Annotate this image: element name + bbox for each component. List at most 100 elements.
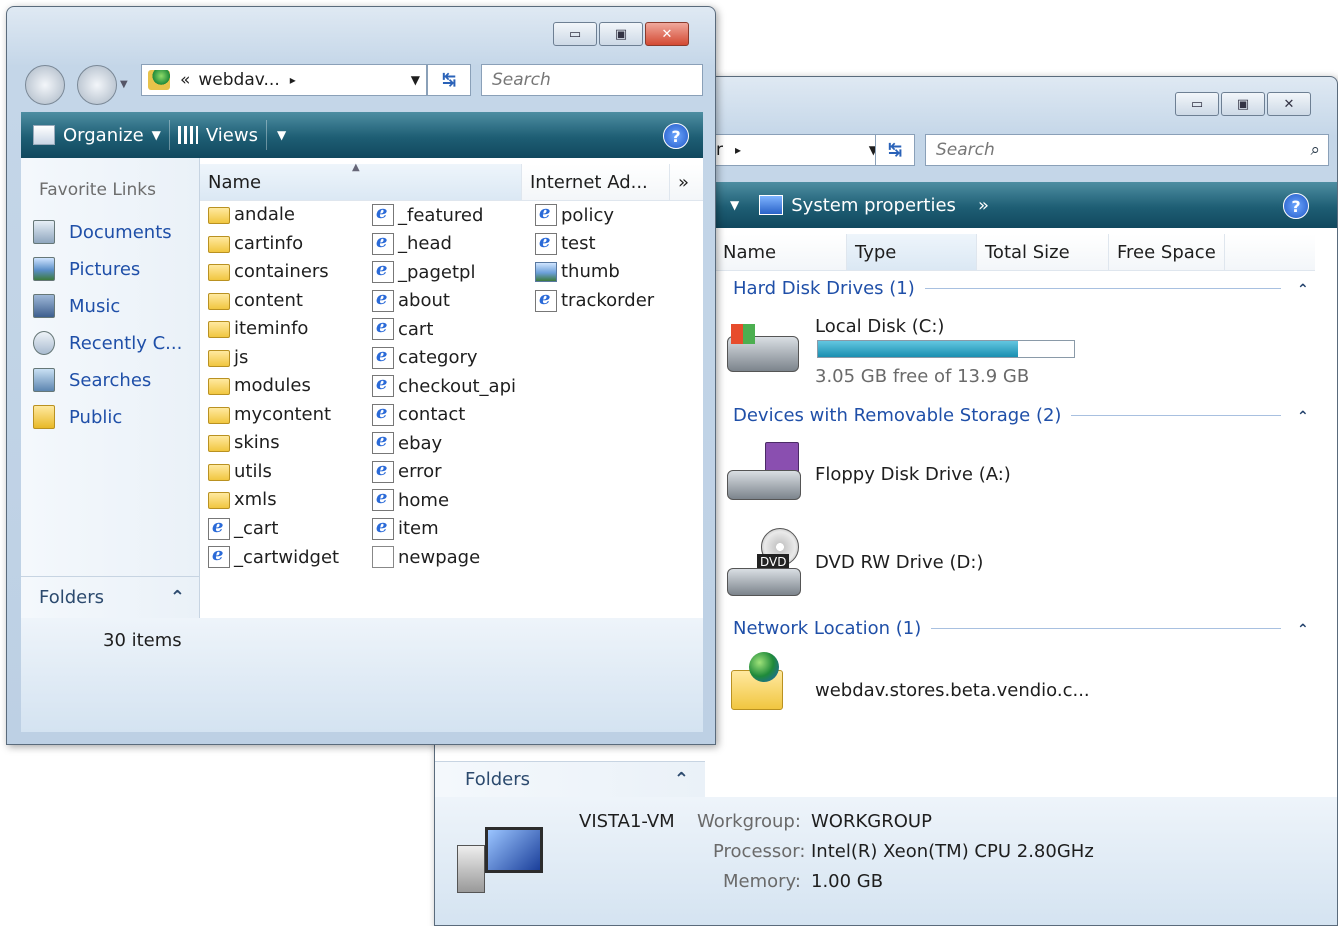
drive-body-icon — [727, 470, 801, 500]
folder-icon — [208, 492, 230, 509]
front-folders-bar[interactable]: Folders ⌃ — [21, 576, 199, 618]
file-item[interactable]: about — [372, 288, 450, 312]
html-file-icon — [372, 430, 394, 454]
folders-collapse-icon[interactable]: ⌃ — [170, 587, 185, 608]
search-icon[interactable]: ⌕ — [1310, 140, 1320, 160]
minimize-button[interactable]: ▭ — [1175, 92, 1219, 116]
file-item[interactable]: xmls — [208, 489, 277, 510]
file-item[interactable]: error — [372, 459, 442, 483]
file-item[interactable]: _cartwidget — [208, 544, 340, 568]
file-item[interactable]: utils — [208, 461, 272, 482]
file-item[interactable]: newpage — [372, 546, 480, 568]
col-name[interactable]: Name — [715, 234, 847, 270]
file-item[interactable]: item — [372, 516, 439, 540]
views-button[interactable]: Views — [170, 117, 266, 153]
system-properties-button[interactable]: System properties — [751, 187, 964, 223]
file-item[interactable]: cartinfo — [208, 233, 303, 254]
nav-item-pictures[interactable]: Pictures — [33, 257, 140, 281]
file-item[interactable]: js — [208, 347, 248, 368]
nav-item-documents[interactable]: Documents — [33, 220, 172, 244]
organize-dropdown-icon: ▼ — [151, 128, 161, 142]
address-dropdown-icon[interactable]: ▼ — [411, 73, 420, 87]
collapse-network-icon[interactable]: ⌃ — [1297, 622, 1309, 638]
file-item[interactable]: cart — [372, 316, 433, 340]
organize-button[interactable]: Organize ▼ — [25, 117, 169, 153]
views-dropdown-icon[interactable]: ▼ — [277, 128, 286, 142]
address-path[interactable]: webdav... — [198, 70, 279, 90]
file-item[interactable]: policy — [535, 202, 614, 226]
html-file-icon — [535, 202, 557, 226]
col-total-size[interactable]: Total Size — [977, 234, 1109, 270]
file-item[interactable]: containers — [208, 261, 329, 282]
html-file-icon — [372, 259, 394, 283]
file-item[interactable]: modules — [208, 375, 311, 396]
file-name: mycontent — [234, 403, 332, 425]
group-removable[interactable]: Devices with Removable Storage (2) — [733, 405, 1281, 426]
back-toolbar-dropdown-icon[interactable]: ▼ — [730, 198, 739, 212]
group-network[interactable]: Network Location (1) — [733, 618, 1281, 639]
file-item[interactable]: skins — [208, 432, 280, 453]
file-item[interactable]: contact — [372, 402, 465, 426]
back-folders-bar[interactable]: Folders ⌃ — [435, 761, 705, 797]
file-item[interactable]: category — [372, 345, 478, 369]
col-internet-address[interactable]: Internet Ad... — [522, 164, 670, 200]
dvd-drive-item[interactable]: DVD DVD RW Drive (D:) — [725, 528, 1125, 600]
col-free-space[interactable]: Free Space — [1109, 234, 1225, 270]
file-item[interactable]: home — [372, 487, 449, 511]
back-nav-button[interactable] — [25, 65, 65, 105]
address-arrow-icon[interactable]: ▸ — [290, 73, 296, 87]
col-name[interactable]: Name ▲ — [200, 162, 522, 200]
nav-item-music[interactable]: Music — [33, 294, 120, 318]
folders-collapse-icon[interactable]: ⌃ — [674, 769, 689, 790]
forward-nav-button[interactable] — [77, 65, 117, 105]
file-item[interactable]: _pagetpl — [372, 259, 475, 283]
back-help-icon[interactable]: ? — [1283, 193, 1309, 219]
nav-item-recently-changed[interactable]: Recently C... — [33, 331, 182, 355]
front-refresh-button[interactable]: ↹ — [427, 64, 471, 96]
file-item[interactable]: trackorder — [535, 288, 654, 312]
file-item[interactable]: mycontent — [208, 404, 331, 425]
file-name: containers — [234, 261, 329, 282]
col-type[interactable]: Type — [847, 234, 977, 270]
file-item[interactable]: _head — [372, 231, 452, 255]
file-item[interactable]: andale — [208, 204, 295, 225]
file-item[interactable]: _featured — [372, 202, 483, 226]
collapse-hard-disk-icon[interactable]: ⌃ — [1297, 282, 1309, 298]
close-button[interactable]: ✕ — [645, 22, 689, 46]
recently-changed-icon — [33, 331, 55, 355]
file-item[interactable]: thumb — [535, 261, 620, 282]
maximize-button[interactable]: ▣ — [599, 22, 643, 46]
maximize-button[interactable]: ▣ — [1221, 92, 1265, 116]
back-address-bar[interactable]: r ▸ ▼ — [705, 134, 885, 166]
music-icon — [33, 294, 55, 318]
search-placeholder: Search — [936, 140, 995, 160]
nav-item-searches[interactable]: Searches — [33, 368, 151, 392]
network-location-item[interactable]: webdav.stores.beta.vendio.c... — [725, 652, 1145, 732]
file-item[interactable]: checkout_api — [372, 373, 516, 397]
front-address-bar[interactable]: « webdav... ▸ ▼ — [141, 64, 427, 96]
collapse-removable-icon[interactable]: ⌃ — [1297, 409, 1309, 425]
file-item[interactable]: ebay — [372, 430, 442, 454]
file-item[interactable]: _cart — [208, 516, 278, 540]
front-toolbar: Organize ▼ Views ▼ — [21, 112, 703, 158]
file-item[interactable]: test — [535, 231, 596, 255]
minimize-button[interactable]: ▭ — [553, 22, 597, 46]
local-disk-item[interactable]: Local Disk (C:) 3.05 GB free of 13.9 GB — [725, 316, 1125, 390]
folder-icon — [208, 378, 230, 395]
front-search-input[interactable]: Search — [481, 64, 703, 96]
more-columns-button[interactable]: » — [670, 164, 703, 200]
back-refresh-button[interactable]: ↹ — [875, 134, 915, 166]
front-help-icon[interactable]: ? — [663, 123, 689, 149]
floppy-drive-item[interactable]: Floppy Disk Drive (A:) — [725, 442, 1125, 514]
file-name: item — [398, 518, 439, 539]
file-item[interactable]: iteminfo — [208, 318, 308, 339]
file-name: _cartwidget — [234, 546, 340, 568]
html-file-icon — [372, 316, 394, 340]
recent-pages-icon[interactable]: ▼ — [120, 79, 128, 90]
file-item[interactable]: content — [208, 290, 303, 311]
close-button[interactable]: ✕ — [1267, 92, 1311, 116]
back-search-input[interactable]: Search ⌕ — [925, 134, 1329, 166]
toolbar-more-button[interactable]: » — [978, 195, 989, 216]
nav-item-public[interactable]: Public — [33, 405, 122, 429]
group-hard-disk[interactable]: Hard Disk Drives (1) — [733, 278, 1281, 299]
